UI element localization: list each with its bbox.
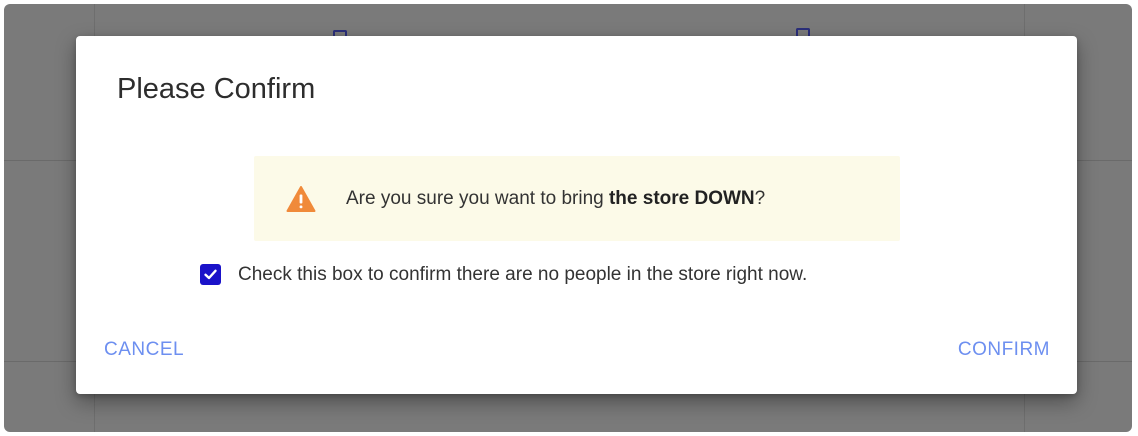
warning-message-prefix: Are you sure you want to bring [346, 188, 609, 209]
warning-message-suffix: ? [754, 188, 766, 209]
confirm-dialog: Please Confirm Are you sure you want to … [76, 36, 1077, 394]
warning-message-emphasis: the store DOWN [608, 188, 755, 209]
cancel-button[interactable]: CANCEL [104, 339, 184, 361]
confirm-checkbox[interactable] [200, 264, 221, 285]
warning-triangle-icon [286, 185, 316, 213]
warning-message: Are you sure you want to bring the store… [346, 188, 765, 210]
confirm-checkbox-label[interactable]: Check this box to confirm there are no p… [238, 264, 807, 286]
warning-alert: Are you sure you want to bring the store… [254, 156, 900, 241]
background-icon [796, 28, 810, 36]
dialog-title: Please Confirm [117, 73, 316, 105]
confirm-button[interactable]: CONFIRM [958, 339, 1050, 361]
checkmark-icon [204, 269, 217, 280]
